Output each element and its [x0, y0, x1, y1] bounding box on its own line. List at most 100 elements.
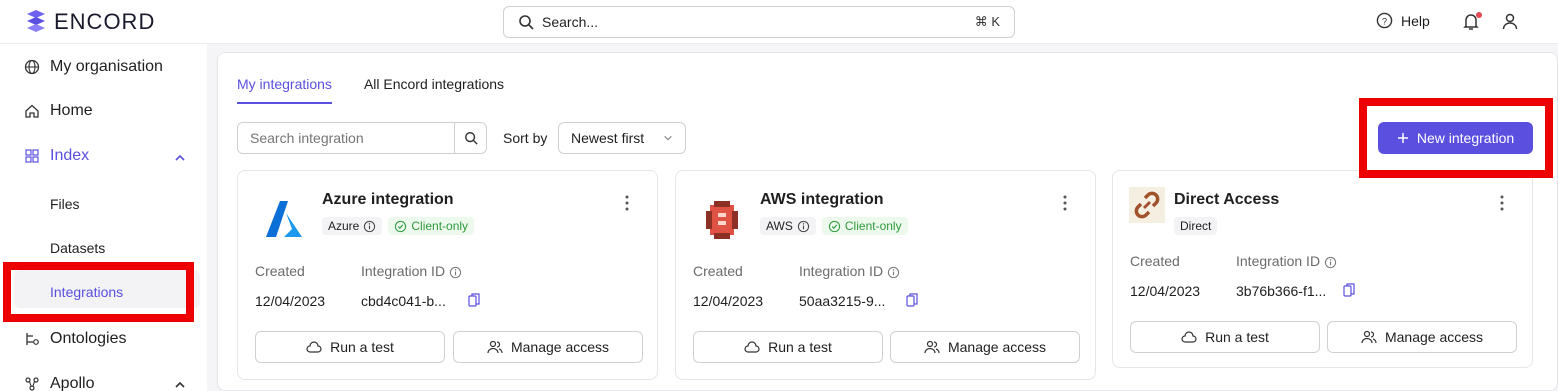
card-tags: Direct	[1174, 217, 1218, 235]
manage-access-button[interactable]: Manage access	[453, 331, 643, 363]
manage-access-button[interactable]: Manage access	[1327, 321, 1517, 353]
created-value: 12/04/2023	[693, 293, 764, 309]
aws-s3-logo-icon	[706, 201, 738, 239]
integration-id-value: 3b76b366-f1...	[1236, 283, 1327, 299]
integration-id-value: cbd4c041-b...	[361, 293, 446, 309]
integration-id-label: Integration ID	[361, 263, 462, 279]
copy-icon[interactable]	[906, 293, 918, 307]
global-search-label: Search...	[542, 14, 599, 30]
run-test-button[interactable]: Run a test	[693, 331, 883, 363]
more-vertical-icon[interactable]	[1063, 195, 1067, 211]
manage-access-label: Manage access	[510, 339, 610, 355]
grid-icon	[25, 149, 39, 163]
sort-value: Newest first	[571, 130, 645, 146]
info-icon[interactable]	[887, 266, 900, 279]
chevron-up-icon[interactable]	[174, 379, 186, 391]
run-test-label: Run a test	[330, 339, 394, 355]
manage-access-label: Manage access	[1384, 329, 1484, 345]
mode-label: Client-only	[411, 219, 469, 233]
integration-search	[237, 122, 487, 154]
sidebar-item-label: Index	[50, 147, 90, 164]
cloud-icon	[1181, 331, 1197, 343]
sidebar-item-ontologies[interactable]: Ontologies	[24, 330, 127, 348]
integration-tabs: My integrations All Encord integrations	[237, 76, 504, 104]
sort-select[interactable]: Newest first	[558, 122, 686, 154]
cloud-icon	[744, 341, 760, 353]
users-icon	[1361, 330, 1377, 344]
copy-icon[interactable]	[1343, 283, 1355, 297]
globe-icon	[24, 59, 40, 75]
provider-badge: AWS	[760, 217, 816, 235]
sidebar-item-files[interactable]: Files	[50, 196, 80, 212]
sidebar-item-index[interactable]: Index	[24, 147, 89, 165]
client-only-badge: Client-only	[821, 217, 908, 235]
manage-access-button[interactable]: Manage access	[890, 331, 1080, 363]
sidebar-item-apollo[interactable]: Apollo	[24, 375, 94, 391]
apollo-icon	[25, 377, 39, 391]
check-circle-icon	[828, 220, 841, 232]
info-icon[interactable]	[363, 220, 376, 233]
created-label: Created	[255, 263, 305, 279]
notification-dot	[1476, 12, 1482, 18]
card-tags: AWS Client-only	[760, 217, 908, 235]
integration-id-label: Integration ID	[1236, 253, 1337, 269]
search-icon	[464, 132, 478, 145]
sidebar-item-label: My organisation	[50, 58, 163, 75]
integration-search-input[interactable]	[238, 123, 454, 153]
global-search[interactable]: Search... ⌘ K	[503, 6, 1015, 38]
card-title: Azure integration	[322, 191, 454, 208]
integration-id-label: Integration ID	[799, 263, 900, 279]
run-test-button[interactable]: Run a test	[1130, 321, 1320, 353]
sidebar-item-datasets[interactable]: Datasets	[50, 240, 105, 256]
help-icon: ?	[1376, 12, 1393, 29]
brand-name: ENCORD	[54, 9, 156, 34]
integration-card-aws: AWS integration AWS Client-only Created …	[675, 170, 1096, 380]
card-title: AWS integration	[760, 191, 884, 208]
copy-icon[interactable]	[468, 293, 480, 307]
run-test-button[interactable]: Run a test	[255, 331, 445, 363]
integration-search-button[interactable]	[454, 123, 486, 153]
more-vertical-icon[interactable]	[1500, 195, 1504, 211]
users-icon	[924, 340, 940, 354]
client-only-badge: Client-only	[388, 217, 475, 235]
search-icon	[519, 15, 534, 30]
info-icon[interactable]	[449, 266, 462, 279]
sidebar-item-my-organisation[interactable]: My organisation	[24, 58, 163, 76]
notifications-button[interactable]	[1462, 12, 1482, 32]
info-icon[interactable]	[1324, 256, 1337, 269]
check-circle-icon	[395, 220, 407, 232]
sidebar-item-label: Apollo	[50, 375, 95, 391]
help-button[interactable]: ? Help	[1376, 12, 1430, 29]
card-tags: Azure Client-only	[322, 217, 475, 235]
tab-all-encord-integrations[interactable]: All Encord integrations	[364, 76, 504, 104]
ontology-icon	[26, 333, 39, 345]
more-vertical-icon[interactable]	[625, 195, 629, 211]
home-icon	[25, 104, 39, 118]
azure-logo-icon	[266, 201, 302, 237]
integration-card-azure: Azure integration Azure Client-only Crea…	[237, 170, 658, 380]
user-menu-button[interactable]	[1501, 12, 1521, 32]
provider-label: Azure	[328, 219, 360, 233]
highlight-box-new-integration	[1359, 98, 1553, 178]
manage-access-label: Manage access	[947, 339, 1047, 355]
integration-id-value: 50aa3215-9...	[799, 293, 886, 309]
created-value: 12/04/2023	[1130, 283, 1201, 299]
sidebar-item-label: Ontologies	[50, 330, 127, 347]
svg-text:?: ?	[1382, 16, 1387, 27]
search-shortcut: ⌘ K	[974, 14, 1000, 29]
run-test-label: Run a test	[768, 339, 832, 355]
chevron-up-icon[interactable]	[174, 152, 186, 164]
provider-badge: Direct	[1174, 217, 1218, 235]
help-label: Help	[1401, 12, 1430, 29]
chevron-down-icon	[664, 135, 672, 141]
created-value: 12/04/2023	[255, 293, 326, 309]
tab-my-integrations[interactable]: My integrations	[237, 76, 332, 104]
sidebar-item-label: Home	[50, 102, 93, 119]
info-icon[interactable]	[797, 220, 810, 233]
top-bar: ENCORD Search... ⌘ K ? Help	[0, 0, 1558, 44]
encord-logo[interactable]: ENCORD	[24, 8, 155, 36]
card-title: Direct Access	[1174, 191, 1280, 208]
created-label: Created	[693, 263, 743, 279]
mode-label: Client-only	[844, 219, 902, 233]
sidebar-item-home[interactable]: Home	[24, 102, 93, 120]
